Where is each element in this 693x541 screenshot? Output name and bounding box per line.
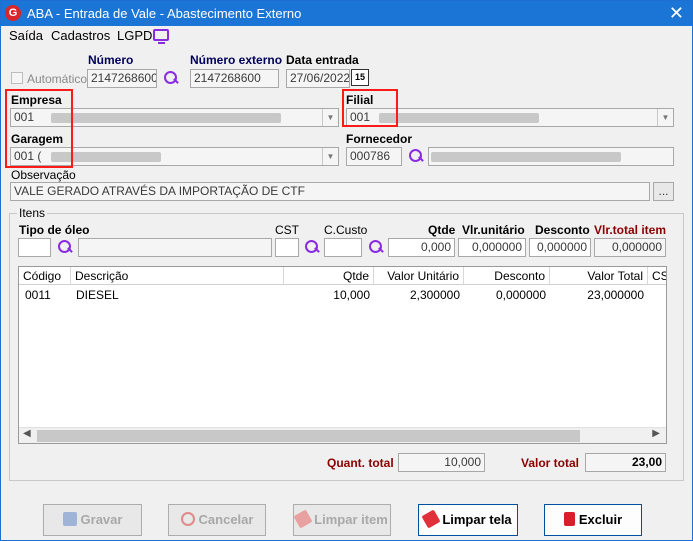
desconto-label: Desconto — [535, 223, 590, 237]
app-logo-icon: G — [5, 5, 21, 21]
grid-header: Código Descrição Qtde Valor Unitário Des… — [19, 267, 666, 285]
fornecedor-label: Fornecedor — [346, 132, 413, 146]
trash-icon — [563, 512, 575, 526]
quant-total-field: 10,000 — [398, 453, 485, 472]
ccusto-field[interactable] — [324, 238, 362, 257]
numero-field[interactable]: 2147268600 — [87, 69, 157, 88]
desconto-field[interactable]: 0,000000 — [529, 238, 591, 257]
excluir-button[interactable]: Excluir — [544, 504, 642, 536]
cancel-icon — [180, 512, 195, 526]
gravar-button[interactable]: Gravar — [43, 504, 142, 536]
menu-bar: Saída Cadastros LGPD — [1, 26, 692, 46]
calendar-icon[interactable]: 15 — [351, 69, 369, 86]
limpar-item-label: Limpar item — [314, 512, 388, 527]
data-entrada-label: Data entrada — [286, 53, 359, 67]
fornecedor-code-field[interactable]: 000786 — [346, 147, 402, 166]
search-fornecedor-icon[interactable] — [408, 148, 424, 164]
redacted-text — [51, 113, 281, 123]
window-title: ABA - Entrada de Vale - Abastecimento Ex… — [27, 6, 302, 21]
limpar-tela-label: Limpar tela — [442, 512, 512, 527]
observacao-field[interactable]: VALE GERADO ATRAVÉS DA IMPORTAÇÃO DE CTF — [10, 182, 650, 201]
cell-valor-unitario: 2,300000 — [409, 288, 460, 302]
col-valor-unitario[interactable]: Valor Unitário — [374, 267, 464, 285]
numero-externo-field[interactable]: 2147268600 — [190, 69, 279, 88]
col-cs[interactable]: CS — [648, 267, 666, 285]
valor-total-field: 23,00 — [585, 453, 666, 472]
scroll-left-icon[interactable]: ◀ — [23, 428, 31, 439]
col-codigo[interactable]: Código — [19, 267, 71, 285]
fornecedor-name-field — [428, 147, 674, 166]
menu-saida[interactable]: Saída — [9, 28, 43, 43]
scroll-right-icon[interactable]: ▶ — [652, 428, 660, 439]
search-cst-icon[interactable] — [304, 239, 320, 255]
save-icon — [62, 512, 77, 526]
menu-lgpd[interactable]: LGPD — [117, 28, 152, 43]
numero-label: Número — [88, 53, 134, 67]
excluir-label: Excluir — [578, 512, 623, 527]
cell-valor-total: 23,000000 — [587, 288, 644, 302]
vlr-total-field: 0,000000 — [594, 238, 666, 257]
col-valor-total[interactable]: Valor Total — [550, 267, 648, 285]
title-bar: G ABA - Entrada de Vale - Abastecimento … — [1, 1, 692, 26]
qtde-field[interactable]: 0,000 — [388, 238, 455, 257]
cell-desconto: 0,000000 — [495, 288, 546, 302]
itens-group-label: Itens — [17, 206, 48, 220]
cancelar-button[interactable]: Cancelar — [168, 504, 266, 536]
observacao-more-button[interactable]: ... — [653, 182, 674, 201]
chevron-down-icon[interactable]: ▼ — [322, 109, 338, 126]
items-grid[interactable]: Código Descrição Qtde Valor Unitário Des… — [18, 266, 667, 444]
ccusto-label: C.Custo — [324, 223, 368, 237]
chevron-down-icon[interactable]: ▼ — [657, 109, 673, 126]
search-numero-icon[interactable] — [163, 70, 179, 86]
col-descricao[interactable]: Descrição — [71, 267, 284, 285]
close-icon[interactable]: ✕ — [669, 3, 684, 24]
vlr-total-label: Vlr.total item — [594, 223, 667, 237]
numero-externo-label: Número externo — [190, 53, 283, 67]
cst-field[interactable] — [275, 238, 299, 257]
cell-descricao: DIESEL — [76, 288, 119, 302]
cell-codigo: 0011 — [25, 288, 51, 302]
redacted-text — [431, 152, 621, 162]
data-entrada-field[interactable]: 27/06/2022 — [286, 69, 350, 88]
cell-qtde: 10,000 — [333, 288, 370, 302]
eraser-icon — [293, 509, 313, 529]
highlight-box-filial — [342, 89, 398, 127]
vlr-unitario-label: Vlr.unitário — [462, 223, 525, 237]
automatico-label: Automático — [27, 72, 88, 86]
automatico-checkbox[interactable] — [11, 72, 23, 84]
observacao-label: Observação — [11, 168, 76, 182]
tipo-oleo-label: Tipo de óleo — [19, 223, 90, 237]
horizontal-scrollbar[interactable]: ◀ ▶ — [19, 427, 666, 443]
chevron-down-icon[interactable]: ▼ — [322, 148, 338, 165]
gravar-label: Gravar — [80, 512, 123, 527]
cancelar-label: Cancelar — [198, 512, 254, 527]
menu-cadastros[interactable]: Cadastros — [51, 28, 110, 43]
col-qtde[interactable]: Qtde — [284, 267, 374, 285]
search-tipo-oleo-icon[interactable] — [57, 239, 73, 255]
vlr-unitario-field[interactable]: 0,000000 — [458, 238, 526, 257]
tipo-oleo-name-field — [78, 238, 272, 257]
cst-label: CST — [275, 223, 299, 237]
quant-total-label: Quant. total — [327, 456, 394, 470]
tipo-oleo-code-field[interactable] — [18, 238, 51, 257]
limpar-tela-button[interactable]: Limpar tela — [418, 504, 518, 536]
search-ccusto-icon[interactable] — [368, 239, 384, 255]
limpar-item-button[interactable]: Limpar item — [293, 504, 391, 536]
qtde-label: Qtde — [428, 223, 456, 237]
col-desconto[interactable]: Desconto — [464, 267, 550, 285]
redacted-text — [379, 113, 539, 123]
main-window: G ABA - Entrada de Vale - Abastecimento … — [0, 0, 693, 541]
scrollbar-thumb[interactable] — [37, 430, 580, 442]
valor-total-label: Valor total — [521, 456, 580, 470]
highlight-box-empresa-garagem — [5, 89, 73, 168]
eraser-icon — [421, 509, 441, 529]
monitor-icon[interactable] — [153, 29, 169, 44]
